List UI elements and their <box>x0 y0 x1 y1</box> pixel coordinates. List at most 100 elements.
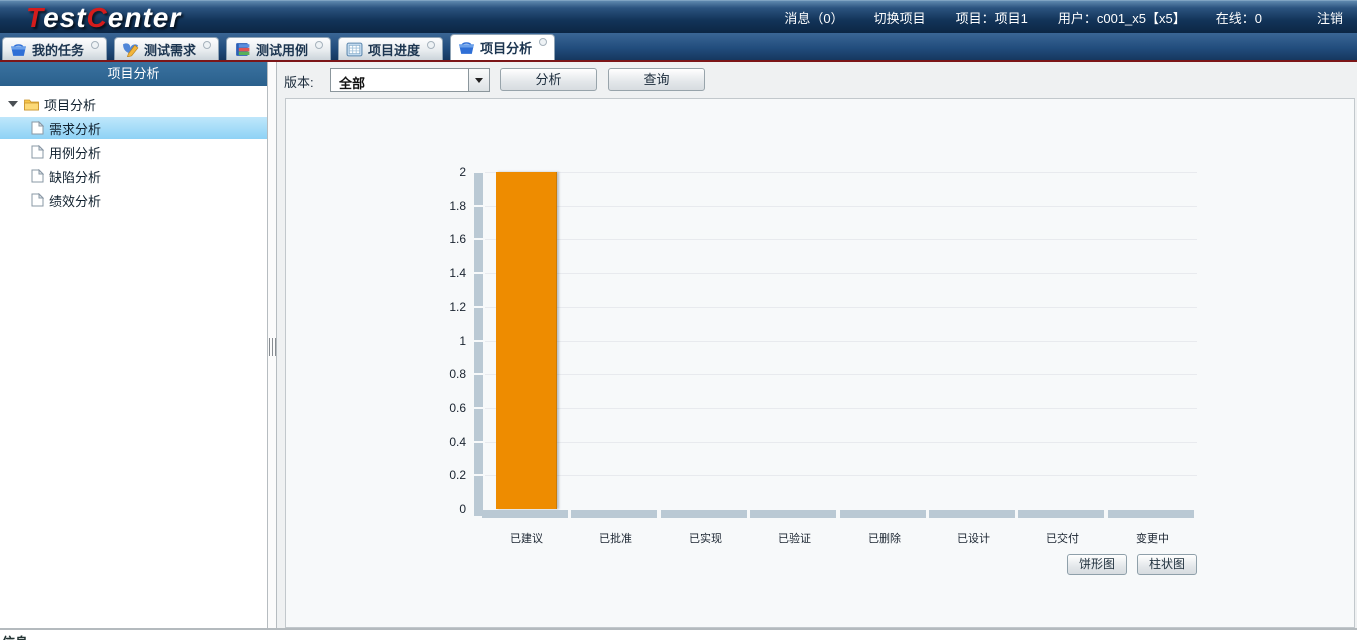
pie-chart-button[interactable]: 饼形图 <box>1067 554 1127 575</box>
tab-option-circle[interactable] <box>203 41 212 49</box>
y-axis-tick <box>474 238 483 240</box>
x-axis-label: 已验证 <box>778 533 811 545</box>
combo-dropdown-button[interactable] <box>468 69 489 91</box>
x-axis-segment <box>571 510 657 518</box>
tree-item-performance-analysis[interactable]: 绩效分析 <box>0 189 267 211</box>
x-axis-label: 已建议 <box>510 533 543 545</box>
folder-icon <box>24 99 39 110</box>
caret-down-icon[interactable] <box>8 101 18 107</box>
x-axis-segment <box>661 510 747 518</box>
version-label: 版本: <box>284 75 314 90</box>
y-axis-label: 1.2 <box>449 300 466 314</box>
x-axis-segment <box>840 510 926 518</box>
version-selected-value: 全部 <box>339 76 366 91</box>
current-user-label: 用户：c001_x5【x5】 <box>1057 11 1186 26</box>
y-axis-tick <box>474 171 483 173</box>
y-axis-label: 1 <box>459 334 466 348</box>
analyze-button[interactable]: 分析 <box>500 68 597 91</box>
tab-test-requirements[interactable]: 测试需求 <box>114 37 220 60</box>
tree-root-project-analysis[interactable]: 项目分析 <box>0 93 267 115</box>
query-button[interactable]: 查询 <box>608 68 705 91</box>
analysis-toolbar: 版本: 全部 分析 查询 <box>277 62 1357 98</box>
tab-label: 测试需求 <box>144 42 197 58</box>
online-count-label: 在线：0 <box>1215 11 1262 26</box>
tab-my-tasks[interactable]: 我的任务 <box>2 37 108 60</box>
x-axis-segment <box>750 510 836 518</box>
gridline <box>485 442 1197 443</box>
x-axis-label: 已交付 <box>1046 533 1079 545</box>
tab-option-circle[interactable] <box>427 41 436 49</box>
switch-project-link[interactable]: 切换项目 <box>874 8 926 27</box>
y-axis-label: 1.4 <box>449 266 466 280</box>
y-axis-label: 0.2 <box>449 468 466 482</box>
splitter-grip-icon[interactable] <box>269 338 276 356</box>
y-axis-tick <box>474 474 483 476</box>
logout-link[interactable]: 注销 <box>1317 8 1343 27</box>
tree-item-label: 缺陷分析 <box>49 169 102 185</box>
tree-root-label: 项目分析 <box>44 97 97 113</box>
testcenter-app: TestCenter 消息（0） 切换项目 项目：项目1 用户：c001_x5【… <box>0 0 1357 640</box>
version-select[interactable]: 全部 <box>330 68 490 92</box>
y-axis-label: 2 <box>459 165 466 179</box>
tree-item-label: 用例分析 <box>49 145 102 161</box>
x-axis-label: 已设计 <box>957 533 990 545</box>
chevron-down-icon <box>475 77 483 83</box>
tree-item-label: 需求分析 <box>49 121 102 137</box>
y-axis-label: 1.8 <box>449 199 466 213</box>
x-axis-label: 已批准 <box>599 533 632 545</box>
tab-option-circle[interactable] <box>91 41 100 49</box>
tree-item-requirement-analysis[interactable]: 需求分析 <box>0 117 267 139</box>
tab-label: 项目进度 <box>368 42 421 58</box>
gridline <box>485 475 1197 476</box>
tree-item-usecase-analysis[interactable]: 用例分析 <box>0 141 267 163</box>
gridline <box>485 206 1197 207</box>
tab-test-cases[interactable]: 测试用例 <box>226 37 332 60</box>
y-axis-label: 0 <box>459 502 466 516</box>
y-axis-tick <box>474 373 483 375</box>
analysis-tree: 项目分析 需求分析 用例分析 缺陷分析 绩效分析 <box>0 86 267 211</box>
gridline <box>485 408 1197 409</box>
bar-已建议[interactable] <box>496 172 557 509</box>
bar-chart-button[interactable]: 柱状图 <box>1137 554 1197 575</box>
x-axis-segment <box>482 510 568 518</box>
x-axis-label: 变更中 <box>1136 533 1169 545</box>
gridline <box>485 273 1197 274</box>
gridline <box>485 172 1197 173</box>
window-grid-icon <box>346 42 363 56</box>
x-axis-segment <box>1018 510 1104 518</box>
tab-project-progress[interactable]: 项目进度 <box>338 37 444 60</box>
y-axis-tick <box>474 272 483 274</box>
current-project-label: 项目：项目1 <box>955 11 1028 26</box>
sidebar-splitter[interactable] <box>267 62 277 628</box>
book-icon <box>236 42 250 56</box>
x-axis-segment <box>929 510 1015 518</box>
basket-icon <box>11 43 26 56</box>
basket-icon <box>459 42 474 54</box>
tab-option-circle[interactable] <box>315 41 324 49</box>
tab-label: 我的任务 <box>32 42 85 58</box>
y-axis-tick <box>474 441 483 443</box>
chart-panel: 饼形图 柱状图 0 0.2 0.4 0.6 0.8 1 1.2 1.4 1.6 1.8 2 已建议 已批… <box>285 98 1355 628</box>
document-icon <box>31 121 44 135</box>
tab-label: 项目分析 <box>480 41 533 56</box>
tree-item-label: 绩效分析 <box>49 193 102 209</box>
gridline <box>485 341 1197 342</box>
top-menu: 消息（0） 切换项目 项目：项目1 用户：c001_x5【x5】 在线：0 注销 <box>754 1 1343 34</box>
messages-link[interactable]: 消息（0） <box>784 8 843 27</box>
y-axis-tick <box>474 407 483 409</box>
x-axis-segment <box>1108 510 1194 518</box>
y-axis-tick <box>474 306 483 308</box>
info-label: 信息: <box>2 632 32 640</box>
tab-option-circle[interactable] <box>539 38 548 46</box>
x-axis-label: 已删除 <box>868 533 901 545</box>
y-axis-label: 0.6 <box>449 401 466 415</box>
tree-item-defect-analysis[interactable]: 缺陷分析 <box>0 165 267 187</box>
gridline <box>485 307 1197 308</box>
tab-project-analysis[interactable]: 项目分析 <box>450 34 556 60</box>
main-area: 版本: 全部 分析 查询 饼形图 柱状图 0 0.2 0.4 0.6 0.8 1 1.2 1.… <box>277 62 1357 628</box>
tab-bar: 我的任务 测试需求 测试用例 项目进度 项目分析 <box>0 33 1357 60</box>
y-axis-label: 0.4 <box>449 435 466 449</box>
gridline <box>485 239 1197 240</box>
app-logo: TestCenter <box>26 2 182 33</box>
top-banner: TestCenter 消息（0） 切换项目 项目：项目1 用户：c001_x5【… <box>0 0 1357 33</box>
